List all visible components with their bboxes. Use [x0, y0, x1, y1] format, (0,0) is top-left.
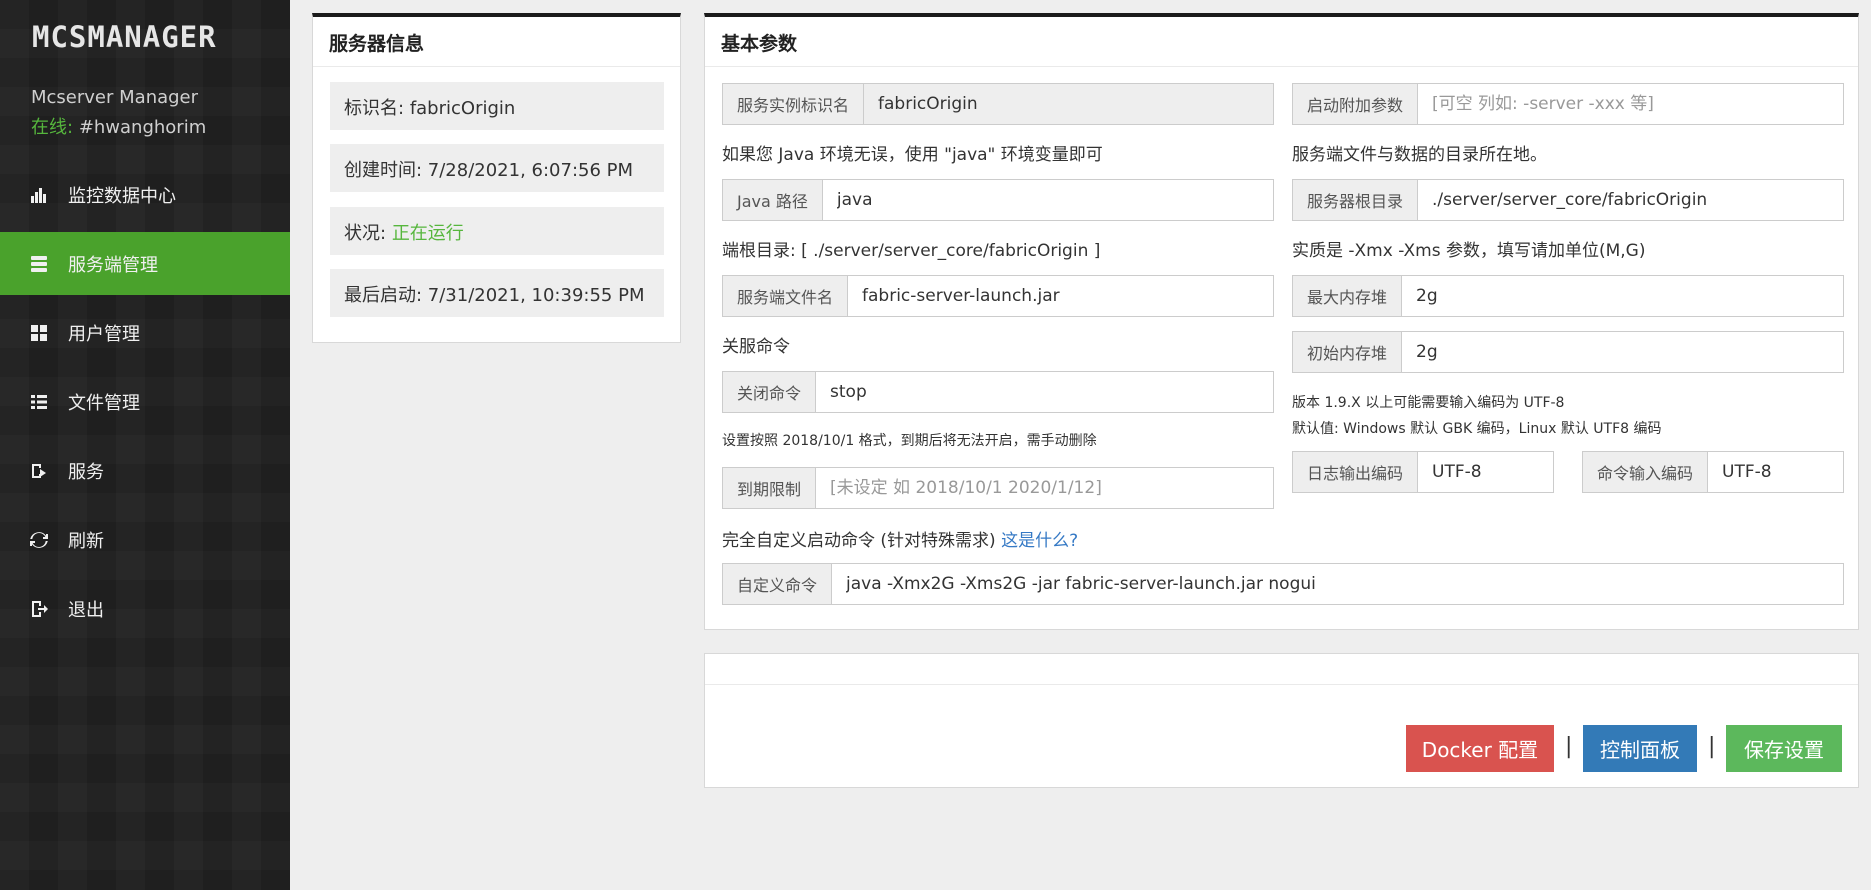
- bar-chart-icon: [29, 185, 49, 205]
- app-logo: MCSMANAGER: [32, 20, 217, 54]
- log-encoding-group: 日志输出编码: [1292, 451, 1554, 493]
- server-dir-label: 服务器根目录: [1293, 180, 1419, 220]
- info-status: 状况: 正在运行: [330, 207, 664, 255]
- server-dir-group: 服务器根目录: [1292, 179, 1844, 221]
- max-mem-field[interactable]: [1402, 276, 1843, 316]
- init-mem-field[interactable]: [1402, 332, 1843, 372]
- cmd-encoding-field[interactable]: [1708, 452, 1843, 492]
- java-hint: 如果您 Java 环境无误，使用 "java" 环境变量即可: [722, 145, 1103, 165]
- status-label: 状况:: [344, 223, 387, 244]
- custom-command-group: 自定义命令: [722, 563, 1844, 605]
- jar-name-group: 服务端文件名: [722, 275, 1274, 317]
- expire-field[interactable]: [816, 468, 1273, 508]
- root-hint: 端根目录: [ ./server/server_core/fabricOrigi…: [722, 241, 1101, 261]
- service-icon: [29, 461, 49, 481]
- online-label: 在线:: [31, 117, 74, 138]
- server-icon: [29, 254, 49, 274]
- name-value: fabricOrigin: [409, 98, 516, 119]
- init-mem-group: 初始内存堆: [1292, 331, 1844, 373]
- sidebar-item-logout[interactable]: 退出: [0, 577, 290, 640]
- list-icon: [29, 392, 49, 412]
- max-mem-group: 最大内存堆: [1292, 275, 1844, 317]
- mem-hint: 实质是 -Xmx -Xms 参数，填写请加单位(M,G): [1292, 241, 1646, 261]
- save-settings-button[interactable]: 保存设置: [1726, 725, 1842, 772]
- cmd-encoding-group: 命令输入编码: [1582, 451, 1844, 493]
- stop-hint: 关服命令: [722, 337, 790, 357]
- encoding-hint-2: 默认值: Windows 默认 GBK 编码，Linux 默认 UTF8 编码: [1292, 421, 1662, 437]
- instance-id-label: 服务实例标识名: [723, 84, 865, 124]
- sidebar-item-label: 退出: [68, 599, 104, 621]
- separator: |: [1565, 734, 1573, 759]
- sidebar-item-label: 文件管理: [68, 392, 140, 414]
- grid-icon: [29, 323, 49, 343]
- sidebar: MCSMANAGER Mcserver Manager 在线: #hwangho…: [0, 0, 290, 890]
- jar-name-label: 服务端文件名: [723, 276, 849, 316]
- actions-panel: Docker 配置 | 控制面板 | 保存设置: [704, 653, 1859, 788]
- basic-params-panel: 基本参数 服务实例标识名 如果您 Java 环境无误，使用 "java" 环境变…: [704, 13, 1859, 630]
- panel-title: 基本参数: [705, 17, 1858, 67]
- java-path-label: Java 路径: [723, 180, 823, 220]
- extra-args-label: 启动附加参数: [1293, 84, 1419, 124]
- log-encoding-label: 日志输出编码: [1293, 452, 1419, 492]
- log-encoding-field[interactable]: [1418, 452, 1553, 492]
- sidebar-item-monitor[interactable]: 监控数据中心: [0, 163, 290, 226]
- max-mem-label: 最大内存堆: [1293, 276, 1403, 316]
- what-is-this-link[interactable]: 这是什么?: [1001, 531, 1078, 551]
- extra-args-field[interactable]: [1418, 84, 1843, 124]
- app-name: Mcserver Manager: [31, 87, 199, 108]
- sidebar-item-users[interactable]: 用户管理: [0, 301, 290, 364]
- stop-command-label: 关闭命令: [723, 372, 817, 412]
- status-badge: 正在运行: [391, 223, 464, 244]
- info-name: 标识名: fabricOrigin: [330, 82, 664, 130]
- dir-hint: 服务端文件与数据的目录所在地。: [1292, 145, 1547, 165]
- info-last-start: 最后启动: 7/31/2021, 10:39:55 PM: [330, 269, 664, 317]
- sidebar-item-service[interactable]: 服务: [0, 439, 290, 502]
- instance-id-group: 服务实例标识名: [722, 83, 1274, 125]
- custom-hint: 完全自定义启动命令 (针对特殊需求) 这是什么?: [722, 526, 1078, 551]
- expire-hint: 设置按照 2018/10/1 格式，到期后将无法开启，需手动删除: [722, 433, 1097, 449]
- panel-title: 服务器信息: [313, 17, 680, 67]
- encoding-hint-1: 版本 1.9.X 以上可能需要输入编码为 UTF-8: [1292, 395, 1565, 411]
- sidebar-item-label: 服务: [68, 461, 104, 483]
- init-mem-label: 初始内存堆: [1293, 332, 1403, 372]
- expire-label: 到期限制: [723, 468, 817, 508]
- sidebar-item-files[interactable]: 文件管理: [0, 370, 290, 433]
- server-info-panel: 服务器信息 标识名: fabricOrigin 创建时间: 7/28/2021,…: [312, 13, 681, 343]
- stop-command-group: 关闭命令: [722, 371, 1274, 413]
- custom-hint-text: 完全自定义启动命令 (针对特殊需求): [722, 531, 996, 551]
- separator: |: [1708, 734, 1716, 759]
- divider: [705, 684, 1858, 685]
- sidebar-item-server[interactable]: 服务端管理: [0, 232, 290, 295]
- instance-id-field[interactable]: [864, 84, 1273, 124]
- refresh-icon: [29, 530, 49, 550]
- logout-icon: [29, 599, 49, 619]
- username: #hwanghorim: [78, 117, 207, 138]
- sidebar-item-label: 服务端管理: [68, 254, 158, 276]
- sidebar-item-label: 刷新: [68, 530, 104, 552]
- java-path-field[interactable]: [822, 180, 1273, 220]
- custom-command-field[interactable]: [832, 564, 1843, 604]
- sidebar-item-label: 监控数据中心: [68, 185, 176, 207]
- sidebar-nav: 监控数据中心 服务端管理 用户管理 文件管理 服务 刷新 退出: [0, 163, 290, 646]
- jar-name-field[interactable]: [848, 276, 1273, 316]
- docker-config-button[interactable]: Docker 配置: [1406, 725, 1554, 772]
- info-created: 创建时间: 7/28/2021, 6:07:56 PM: [330, 144, 664, 192]
- java-path-group: Java 路径: [722, 179, 1274, 221]
- server-dir-field[interactable]: [1418, 180, 1843, 220]
- cmd-encoding-label: 命令输入编码: [1583, 452, 1709, 492]
- sidebar-item-label: 用户管理: [68, 323, 140, 345]
- expire-group: 到期限制: [722, 467, 1274, 509]
- online-status: 在线: #hwanghorim: [31, 113, 206, 139]
- extra-args-group: 启动附加参数: [1292, 83, 1844, 125]
- sidebar-item-refresh[interactable]: 刷新: [0, 508, 290, 571]
- stop-command-field[interactable]: [816, 372, 1273, 412]
- custom-command-label: 自定义命令: [723, 564, 833, 604]
- name-label: 标识名:: [344, 98, 405, 119]
- console-button[interactable]: 控制面板: [1583, 725, 1697, 772]
